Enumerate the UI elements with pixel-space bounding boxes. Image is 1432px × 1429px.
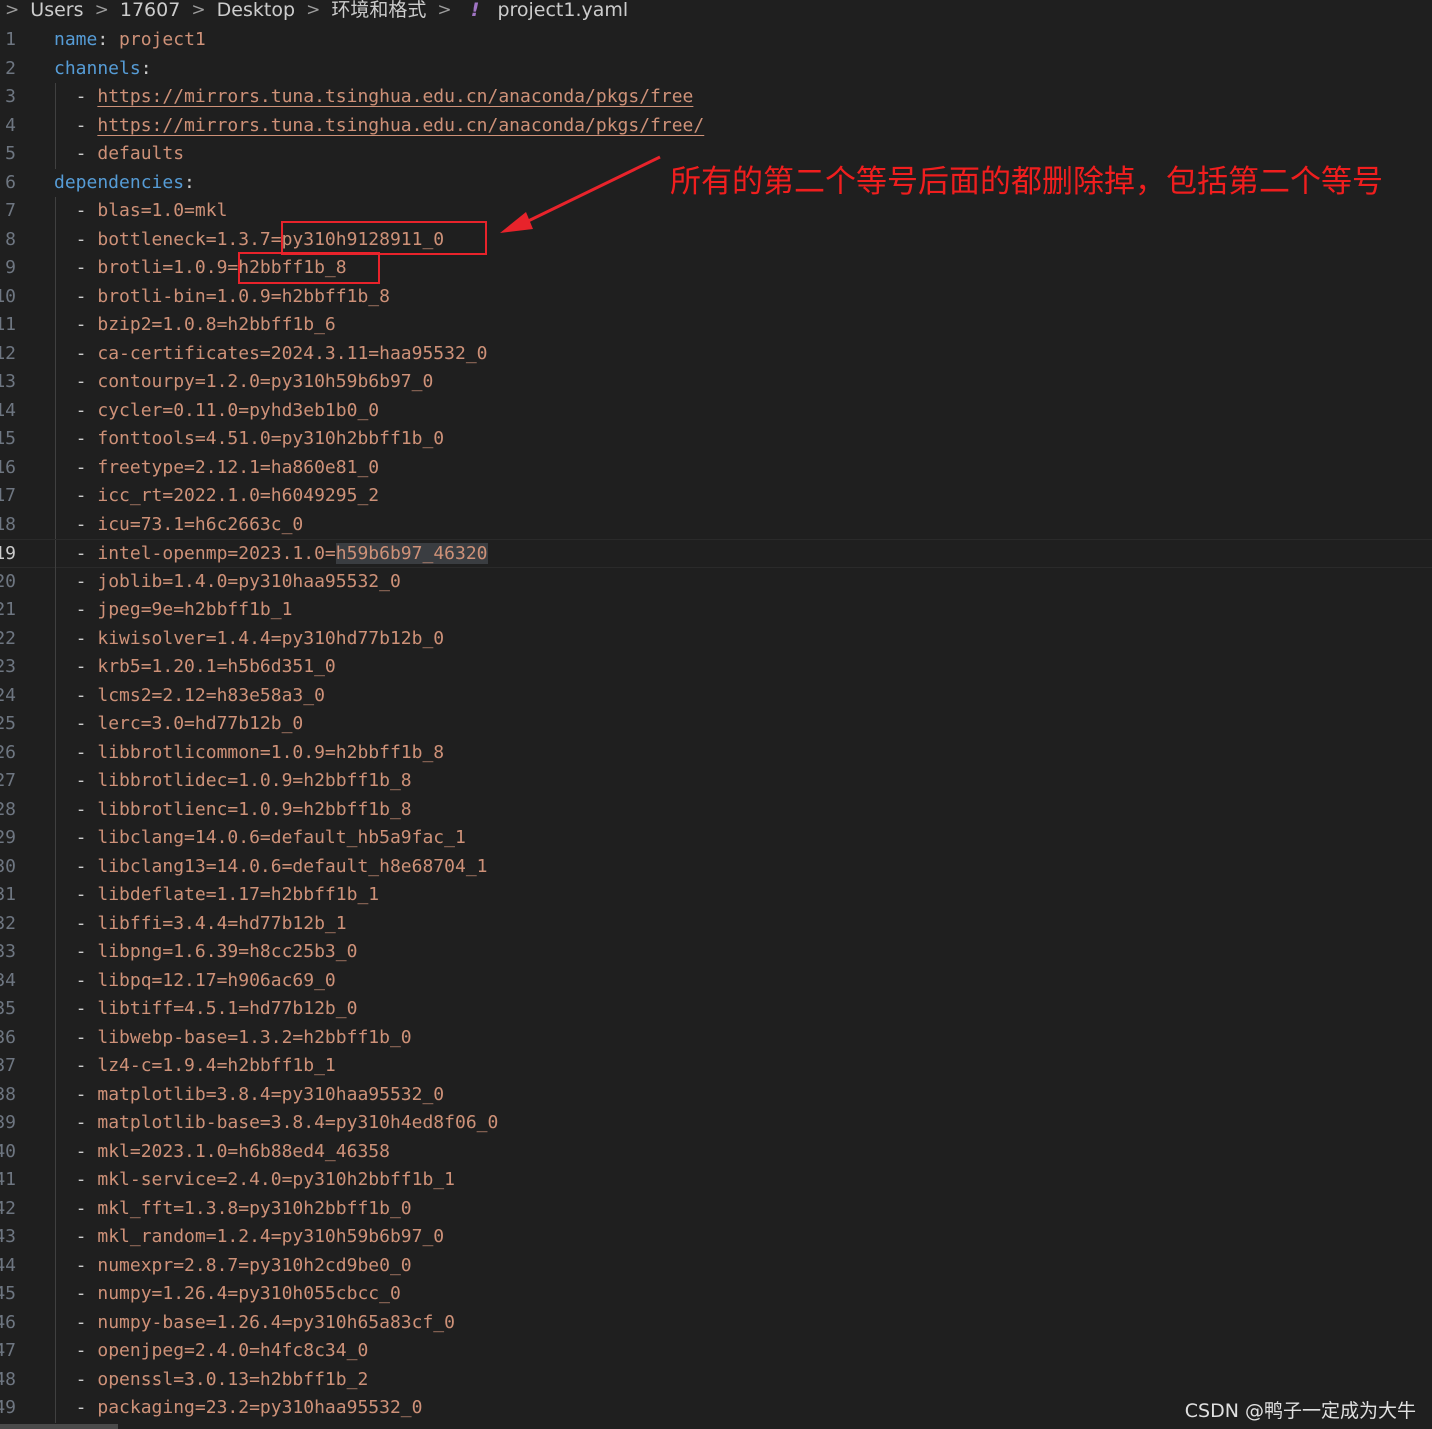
annotation-text: 所有的第二个等号后面的都删除掉，包括第二个等号 <box>670 164 1383 200</box>
watermark: CSDN @鸭子一定成为大牛 <box>1184 1400 1416 1422</box>
horizontal-scrollbar[interactable] <box>0 1424 118 1429</box>
annotation-arrow <box>500 155 661 233</box>
